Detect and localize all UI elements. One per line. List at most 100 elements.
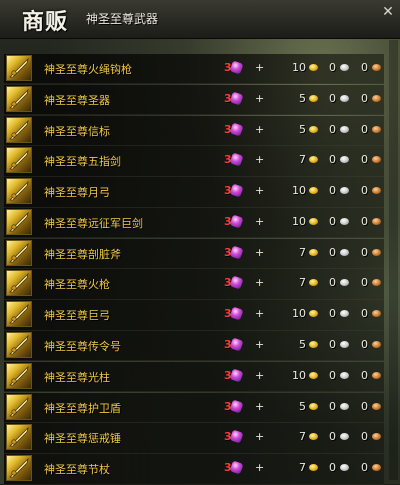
silver-price: 0 — [329, 338, 336, 352]
window-subtitle: 神圣至尊武器 — [86, 12, 159, 26]
silver-coin-icon — [340, 125, 349, 133]
silver-coin-icon — [340, 310, 349, 318]
plus-sign: + — [255, 276, 265, 290]
item-name: 神圣至尊信标 — [44, 124, 110, 138]
relic-icon — [6, 85, 32, 112]
plus-sign: + — [255, 214, 265, 228]
plus-sign: + — [255, 61, 265, 74]
gold-coin-icon — [309, 64, 318, 71]
gold-coin-icon — [309, 156, 318, 164]
item-name: 神圣至尊传令号 — [44, 340, 121, 354]
item-name: 神圣至尊光柱 — [44, 370, 110, 384]
gold-coin-icon — [309, 371, 318, 379]
copper-coin-icon — [372, 187, 381, 195]
copper-coin-icon — [372, 156, 381, 164]
list-item[interactable]: 神圣至尊信标 3 + 5 0 0 — [4, 115, 384, 146]
gold-price: 10 — [292, 307, 306, 321]
list-item[interactable]: 神圣至尊五指剑 3 + 7 0 0 — [4, 146, 384, 177]
scrollbar[interactable] — [389, 40, 398, 480]
bow-icon — [6, 178, 32, 205]
copper-coin-icon — [372, 310, 381, 318]
axe-icon — [6, 239, 32, 266]
list-item[interactable]: 神圣至尊节杖 3 + 7 0 0 — [4, 454, 384, 485]
silver-price: 0 — [329, 307, 336, 321]
silver-price: 0 — [329, 61, 336, 74]
silver-coin-icon — [340, 279, 349, 287]
close-icon[interactable]: ✕ — [380, 4, 396, 20]
plus-sign: + — [255, 461, 265, 475]
gold-coin-icon — [309, 433, 318, 441]
silver-coin-icon — [340, 94, 349, 102]
gold-coin-icon — [309, 402, 318, 410]
copper-price: 0 — [361, 184, 368, 198]
silver-price: 0 — [329, 214, 336, 228]
item-name: 神圣至尊火枪 — [44, 278, 110, 292]
silver-price: 0 — [329, 430, 336, 444]
plus-sign: + — [255, 184, 265, 198]
plus-sign: + — [255, 430, 265, 444]
silver-coin-icon — [340, 64, 349, 71]
copper-coin-icon — [372, 248, 381, 256]
copper-price: 0 — [361, 399, 368, 413]
gold-price: 5 — [299, 122, 306, 136]
gold-price: 5 — [299, 91, 306, 105]
copper-price: 0 — [361, 214, 368, 228]
plus-sign: + — [255, 91, 265, 105]
copper-coin-icon — [372, 217, 381, 225]
item-name: 神圣至尊节杖 — [44, 463, 110, 477]
copper-price: 0 — [361, 307, 368, 321]
item-name: 神圣至尊五指剑 — [44, 155, 121, 169]
silver-coin-icon — [340, 187, 349, 195]
gold-price: 7 — [299, 461, 306, 475]
gun-icon — [6, 55, 32, 81]
silver-price: 0 — [329, 122, 336, 136]
copper-coin-icon — [372, 64, 381, 71]
gold-price: 7 — [299, 276, 306, 290]
list-item[interactable]: 神圣至尊剖脏斧 3 + 7 0 0 — [4, 238, 384, 270]
list-item[interactable]: 神圣至尊光柱 3 + 10 0 0 — [4, 361, 384, 393]
plus-sign: + — [255, 122, 265, 136]
gold-price: 10 — [292, 184, 306, 198]
copper-price: 0 — [361, 61, 368, 74]
gold-price: 7 — [299, 153, 306, 167]
silver-price: 0 — [329, 184, 336, 198]
scepter-icon — [6, 455, 32, 482]
gold-price: 5 — [299, 399, 306, 413]
gold-price: 7 — [299, 430, 306, 444]
gold-price: 5 — [299, 338, 306, 352]
list-item[interactable]: 神圣至尊护卫盾 3 + 5 0 0 — [4, 392, 384, 423]
plus-sign: + — [255, 368, 265, 382]
silver-coin-icon — [340, 433, 349, 441]
gold-coin-icon — [309, 217, 318, 225]
copper-price: 0 — [361, 153, 368, 167]
longbow-icon — [6, 301, 32, 328]
list-item[interactable]: 神圣至尊传令号 3 + 5 0 0 — [4, 331, 384, 362]
copper-price: 0 — [361, 276, 368, 290]
copper-coin-icon — [372, 341, 381, 349]
item-name: 神圣至尊巨弓 — [44, 309, 110, 323]
item-name: 神圣至尊惩戒锤 — [44, 432, 121, 446]
list-item[interactable]: 神圣至尊月弓 3 + 10 0 0 — [4, 177, 384, 208]
gold-price: 10 — [292, 61, 306, 74]
list-item[interactable]: 神圣至尊火枪 3 + 7 0 0 — [4, 269, 384, 300]
list-item[interactable]: 神圣至尊火绳钩枪 3 + 10 0 0 — [4, 54, 384, 85]
shield-icon — [6, 393, 32, 420]
item-name: 神圣至尊月弓 — [44, 186, 110, 200]
list-item[interactable]: 神圣至尊圣器 3 + 5 0 0 — [4, 84, 384, 116]
staff-icon — [6, 362, 32, 389]
copper-price: 0 — [361, 338, 368, 352]
list-item[interactable]: 神圣至尊巨弓 3 + 10 0 0 — [4, 300, 384, 331]
plus-sign: + — [255, 338, 265, 352]
silver-price: 0 — [329, 91, 336, 105]
silver-coin-icon — [340, 341, 349, 349]
list-item[interactable]: 神圣至尊远征军巨剑 3 + 10 0 0 — [4, 207, 384, 239]
greatsword-icon — [6, 208, 32, 235]
silver-coin-icon — [340, 371, 349, 379]
gold-coin-icon — [309, 125, 318, 133]
list-item[interactable]: 神圣至尊惩戒锤 3 + 7 0 0 — [4, 423, 384, 454]
copper-coin-icon — [372, 371, 381, 379]
copper-price: 0 — [361, 91, 368, 105]
plus-sign: + — [255, 153, 265, 167]
silver-price: 0 — [329, 399, 336, 413]
plus-sign: + — [255, 399, 265, 413]
